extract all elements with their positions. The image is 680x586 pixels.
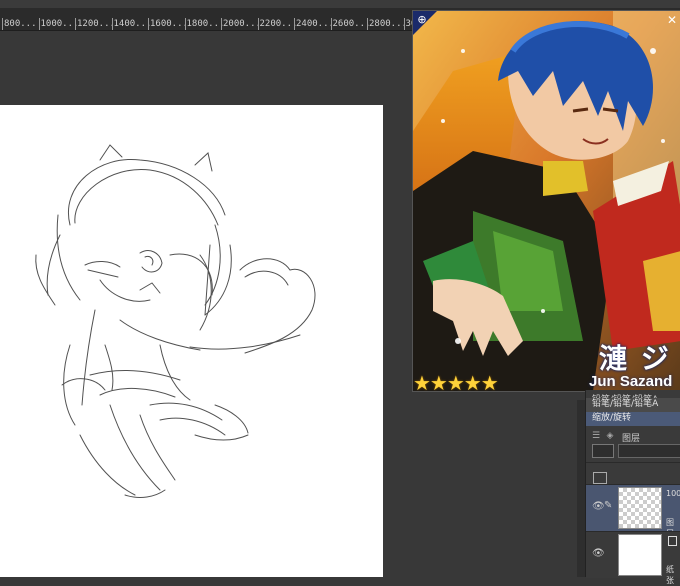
menu-icon[interactable]: ☰: [590, 430, 602, 442]
new-layer-icon[interactable]: [593, 472, 607, 484]
layer-thumbnail: [618, 487, 662, 529]
pencil-icon: ✎: [604, 500, 613, 511]
layer-group-label: 图层: [622, 434, 641, 444]
character-name-latin: Jun Sazand: [589, 373, 673, 390]
layer-opacity: 100: [666, 489, 680, 498]
ruler-tick-label: 1000...: [38, 18, 79, 30]
character-card-artwork: [413, 11, 680, 391]
close-icon[interactable]: ✕: [665, 13, 679, 27]
visibility-eye-icon[interactable]: 👁: [592, 501, 605, 512]
ruler-tick-label: 800...: [2, 18, 37, 30]
pin-icon[interactable]: ⊕: [415, 13, 429, 27]
layer-stack-icon[interactable]: ◈: [604, 430, 616, 442]
ruler-tick-label: 1200...: [75, 18, 115, 30]
blend-mode-row: [592, 444, 680, 458]
ruler-tick-label: 2000...: [221, 18, 261, 30]
rarity-stars: ★★★★★: [413, 371, 499, 392]
transform-tool-label[interactable]: 缩放/旋转: [586, 412, 680, 426]
blend-mode-dropdown[interactable]: [592, 444, 614, 458]
canvas-vertical-scrollbar[interactable]: [577, 400, 585, 577]
lock-icon: [668, 536, 677, 546]
ruler-tick-label: 1600...: [148, 18, 188, 30]
reference-image-window[interactable]: ⊕ ✕ ★★★★★ 漣 ジュ Jun Sazand: [412, 10, 680, 392]
layer-row-paper[interactable]: 👁 纸张: [586, 531, 680, 585]
layer-panel: 铅笔/铅笔/铅笔A 铅笔/铅笔/铅笔A 缩放/旋转 ☰ ◈ 图层 👁 ✎ 100…: [585, 390, 680, 585]
pencil-sketch: [35, 144, 316, 498]
ruler-tick-label: 2200...: [257, 18, 298, 30]
panel-divider: [586, 462, 680, 463]
drawing-paper[interactable]: [0, 105, 383, 577]
ruler-tick-label: 2400...: [294, 18, 334, 30]
ruler-tick-label: 2800...: [367, 18, 407, 30]
layer-name: 纸张: [666, 565, 674, 585]
opacity-field[interactable]: [618, 444, 680, 458]
visibility-eye-icon[interactable]: 👁: [592, 548, 605, 559]
sub-tool-label[interactable]: 铅笔/铅笔/铅笔A: [586, 398, 680, 412]
ruler-tick-label: 1400...: [111, 18, 152, 30]
layer-row-sketch[interactable]: 👁 ✎ 100 图层: [586, 484, 680, 538]
ruler-header-strip: [0, 0, 680, 8]
layer-thumbnail: [618, 534, 662, 576]
ruler-tick-label: 2600...: [330, 18, 371, 30]
ruler-tick-label: 1800...: [184, 18, 225, 30]
